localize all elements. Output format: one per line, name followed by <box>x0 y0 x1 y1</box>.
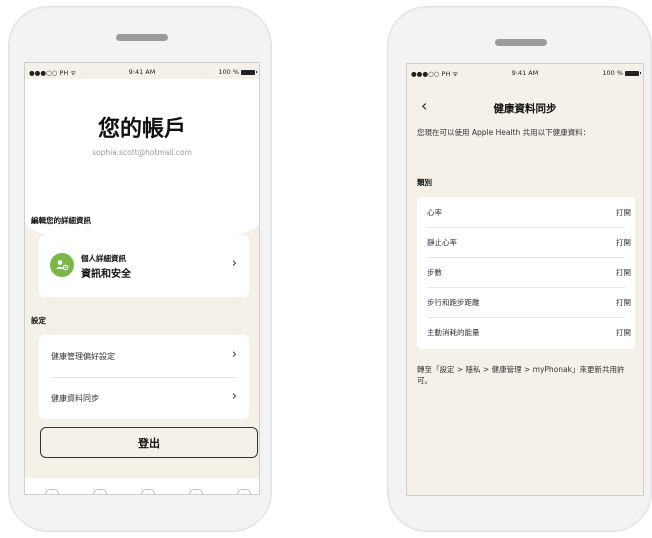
battery-icon <box>625 70 641 76</box>
list-item-value: 打開 <box>616 328 631 337</box>
list-item-value: 打開 <box>616 238 631 247</box>
tab-icon[interactable] <box>237 489 251 494</box>
list-item[interactable]: 主動消耗的能量 打開 <box>417 317 635 347</box>
category-label: 類別 <box>417 178 432 187</box>
personal-details-card[interactable]: 個人詳細資訊 資訊和安全 › <box>39 235 249 297</box>
chevron-right-icon: › <box>231 256 237 271</box>
logout-button[interactable]: 登出 <box>40 427 258 458</box>
list-item-label: 心率 <box>427 208 442 217</box>
tab-bar <box>25 478 259 494</box>
chevron-right-icon: › <box>231 347 237 362</box>
status-bar: ●●●○○ PH ᯤ 9:41 AM 100 % <box>25 63 259 79</box>
personal-details-subtitle: 資訊和安全 <box>81 269 131 280</box>
left-screen: ●●●○○ PH ᯤ 9:41 AM 100 % 您的帳戶 sophia.sco… <box>24 62 260 495</box>
tab-icon[interactable] <box>141 489 155 494</box>
list-item-label: 步行和跑步距離 <box>427 298 480 307</box>
tab-icon[interactable] <box>45 489 59 494</box>
list-item[interactable]: 步行和跑步距離 打開 <box>417 287 635 317</box>
list-item-value: 打開 <box>616 268 631 277</box>
settings-card: 健康管理偏好設定 › 健康資料同步 › <box>39 335 249 419</box>
left-phone-frame: ●●●○○ PH ᯤ 9:41 AM 100 % 您的帳戶 sophia.sco… <box>8 6 272 532</box>
user-settings-icon <box>56 260 69 271</box>
tab-icon[interactable] <box>93 489 107 494</box>
battery-icon <box>241 69 257 75</box>
status-bar: ●●●○○ PH ᯤ 9:41 AM 100 % <box>407 64 643 80</box>
settings-item-label: 健康管理偏好設定 <box>51 352 115 361</box>
list-item-label: 步數 <box>427 268 442 277</box>
list-item[interactable]: 步數 打開 <box>417 257 635 287</box>
battery-indicator: 100 % <box>602 69 641 77</box>
settings-section-label: 設定 <box>31 316 46 325</box>
data-types-list: 心率 打開 靜止心率 打開 步數 打開 步行和跑步距離 打開 主動消耗的能量 打… <box>417 197 635 349</box>
speaker-grille <box>495 39 547 46</box>
avatar <box>50 253 74 277</box>
settings-item-health-preferences[interactable]: 健康管理偏好設定 › <box>39 335 249 377</box>
tab-icon[interactable] <box>189 489 203 494</box>
right-phone-frame: ●●●○○ PH ᯤ 9:41 AM 100 % ‹ 健康資料同步 您現在可以使… <box>387 6 652 532</box>
list-item-label: 主動消耗的能量 <box>427 328 480 337</box>
intro-text: 您現在可以使用 Apple Health 共用以下健康資料： <box>417 128 591 137</box>
settings-item-health-sync[interactable]: 健康資料同步 › <box>39 377 249 419</box>
speaker-grille <box>116 34 168 41</box>
settings-item-label: 健康資料同步 <box>51 394 99 403</box>
list-item[interactable]: 靜止心率 打開 <box>417 227 635 257</box>
details-section-label: 編輯您的詳細資訊 <box>31 216 91 225</box>
chevron-right-icon: › <box>231 389 237 404</box>
list-item[interactable]: 心率 打開 <box>417 197 635 227</box>
account-email: sophia.scott@hotmail.com <box>92 148 192 157</box>
page-title: 健康資料同步 <box>493 103 557 115</box>
footer-note: 轉至「設定 > 隱私 > 健康管理 > myPhonak」來更新共用許可。 <box>417 365 625 385</box>
battery-indicator: 100 % <box>218 68 257 76</box>
page-title: 您的帳戶 <box>97 116 186 142</box>
battery-percent: 100 % <box>218 68 239 76</box>
battery-percent: 100 % <box>602 69 623 77</box>
list-item-value: 打開 <box>616 208 631 217</box>
list-item-label: 靜止心率 <box>427 238 457 247</box>
list-item-value: 打開 <box>616 298 631 307</box>
personal-details-title: 個人詳細資訊 <box>81 254 126 263</box>
right-screen: ●●●○○ PH ᯤ 9:41 AM 100 % ‹ 健康資料同步 您現在可以使… <box>406 63 644 496</box>
